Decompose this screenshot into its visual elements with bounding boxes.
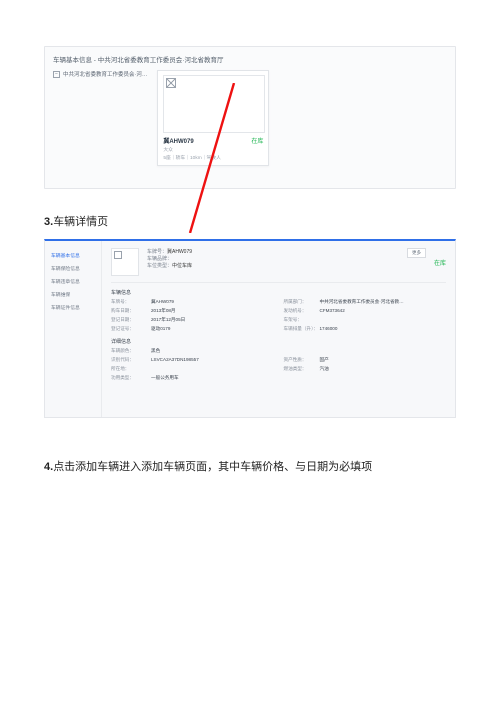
vehicle-info-grid: 车牌号： 冀AHW079 所属部门： 中共河北省委教育工作委员会·河北省教… 购车日… xyxy=(111,299,446,332)
nav-item-violation[interactable]: 车辆违章信息 xyxy=(45,275,101,288)
section-3-number: 3. xyxy=(44,216,53,228)
group-vehicle-info: 车辆信息 xyxy=(111,289,446,296)
k: 燃油类型： xyxy=(284,366,314,372)
nav-item-maintenance[interactable]: 车辆维保 xyxy=(45,288,101,301)
nav-item-basic[interactable]: 车辆基本信息 xyxy=(45,249,101,262)
v: 1746000 xyxy=(320,326,447,332)
vehicle-status-badge: 在库 xyxy=(251,136,263,145)
v: 一般公务用车 xyxy=(151,375,278,381)
v: 固产 xyxy=(320,357,447,363)
v xyxy=(320,317,447,323)
v: 中共河北省委教育工作委员会·河北省教… xyxy=(320,299,447,305)
detail-header: 车牌号：冀AHW079 车辆品牌： 车位类型：中位车库 更多 在库 xyxy=(111,248,446,283)
nav-item-docs[interactable]: 车辆证件信息 xyxy=(45,301,101,314)
org-tree-node[interactable]: − 中共河北省委教育工作委员会·河… xyxy=(53,70,147,166)
panel-title: 车辆基本信息 - 中共河北省委教育工作委员会·河北省教育厅 xyxy=(53,54,447,64)
vehicle-brand: 大众 xyxy=(163,146,263,153)
vehicle-image-placeholder xyxy=(163,75,265,133)
k: 购车日期： xyxy=(111,308,145,314)
k: 车牌号： xyxy=(111,299,145,305)
k: 发动机号： xyxy=(284,308,314,314)
k: 资产性质： xyxy=(284,357,314,363)
detail-body: 车牌号：冀AHW079 车辆品牌： 车位类型：中位车库 更多 在库 车辆信息 车… xyxy=(102,241,455,417)
vehicle-card[interactable]: 冀AHW079 在库 大众 5座｜轿车｜10km｜驾驶人 xyxy=(157,70,269,166)
spot-type-value: 中位车库 xyxy=(172,263,192,269)
tree-expand-icon[interactable]: − xyxy=(53,71,60,78)
k: 登记证号： xyxy=(111,326,145,332)
vehicle-plate: 冀AHW079 xyxy=(163,136,193,145)
detail-info-grid: 车辆颜色： 黑色 识别代码： LSVCA2A37DN198557 资产性质： 固产 所… xyxy=(111,348,446,381)
section-4-title: 点击添加车辆进入添加车辆页面，其中车辆价格、与日期为必填项 xyxy=(53,461,372,473)
screenshot-vehicle-detail: 车辆基本信息 车辆保险信息 车辆违章信息 车辆维保 车辆证件信息 车牌号：冀AH… xyxy=(44,239,456,418)
k: 车辆颜色： xyxy=(111,348,145,354)
doc-page: 车辆基本信息 - 中共河北省委教育工作委员会·河北省教育厅 − 中共河北省委教育… xyxy=(0,0,500,514)
v xyxy=(151,366,278,372)
section-4-number: 4. xyxy=(44,461,53,473)
tree-node-label: 中共河北省委教育工作委员会·河… xyxy=(63,70,147,78)
vehicle-summary: 5座｜轿车｜10km｜驾驶人 xyxy=(163,154,263,161)
k: 所在地： xyxy=(111,366,145,372)
section-3-title: 车辆详情页 xyxy=(53,216,108,228)
section-3-heading: 3.车辆详情页 xyxy=(44,213,456,229)
k: 所属部门： xyxy=(284,299,314,305)
v xyxy=(320,348,447,354)
section-4-heading: 4.点击添加车辆进入添加车辆页面，其中车辆价格、与日期为必填项 xyxy=(44,458,456,474)
more-button[interactable]: 更多 xyxy=(407,248,426,258)
k: 功用类型： xyxy=(111,375,145,381)
v: 2017年12月05日 xyxy=(151,317,278,323)
screenshot-vehicle-list: 车辆基本信息 - 中共河北省委教育工作委员会·河北省教育厅 − 中共河北省委教育… xyxy=(44,46,456,189)
detail-status-badge: 在库 xyxy=(434,258,446,267)
v: CFM373642 xyxy=(320,308,447,314)
v: 黑色 xyxy=(151,348,278,354)
v: LSVCA2A37DN198557 xyxy=(151,357,278,363)
k: 识别代码： xyxy=(111,357,145,363)
k: 登记日期： xyxy=(111,317,145,323)
group-detail-info: 详细信息 xyxy=(111,338,446,345)
v: 汽油 xyxy=(320,366,447,372)
v: 驱动0179 xyxy=(151,326,278,332)
k xyxy=(284,348,314,354)
v: 2013年08月 xyxy=(151,308,278,314)
v: 冀AHW079 xyxy=(151,299,278,305)
detail-thumb xyxy=(111,248,139,276)
nav-item-insurance[interactable]: 车辆保险信息 xyxy=(45,262,101,275)
detail-left-nav: 车辆基本信息 车辆保险信息 车辆违章信息 车辆维保 车辆证件信息 xyxy=(45,241,102,417)
spot-type-label: 车位类型： xyxy=(147,263,172,269)
k: 车架号： xyxy=(284,317,314,323)
k: 车辆排量（升）： xyxy=(284,326,314,332)
